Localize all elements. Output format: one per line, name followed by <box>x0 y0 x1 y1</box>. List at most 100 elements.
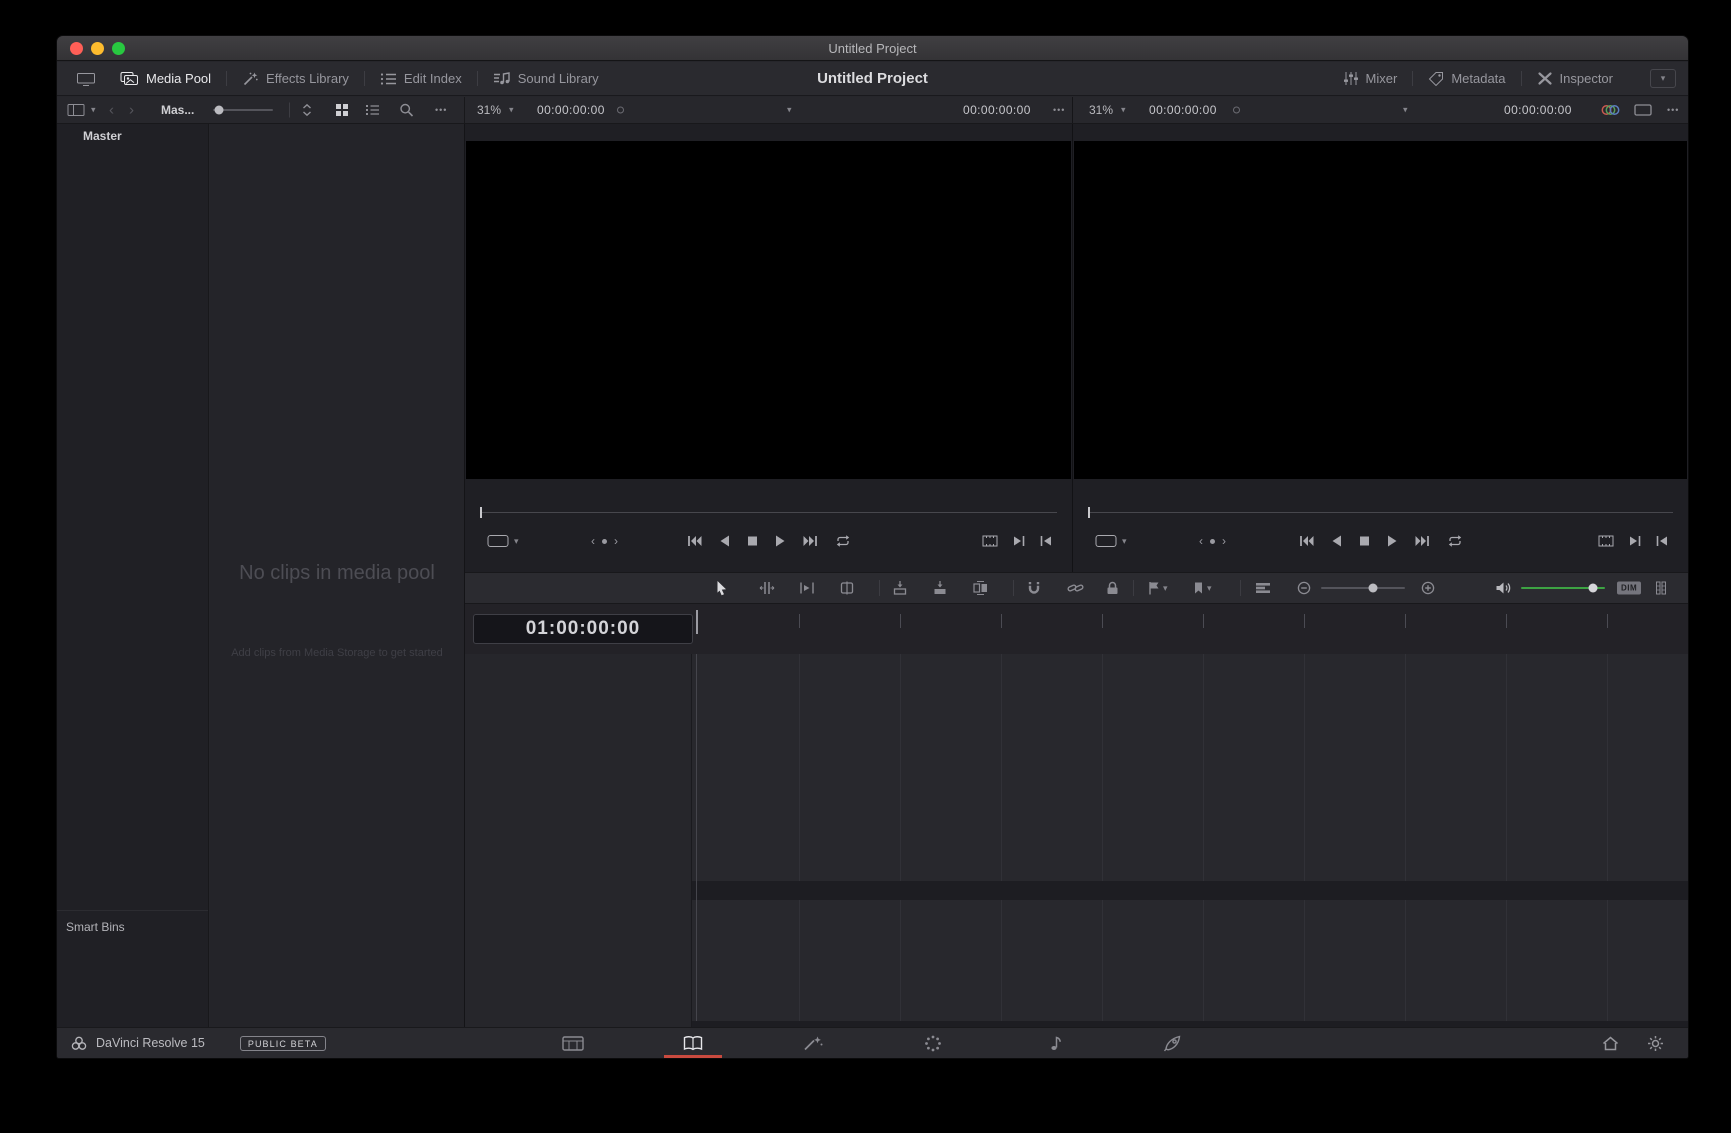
stop-button[interactable] <box>747 536 758 547</box>
page-button-fairlight[interactable] <box>993 1028 1113 1058</box>
list-view-button[interactable] <box>365 104 380 117</box>
video-track-zone[interactable] <box>799 654 1688 881</box>
bin-item-master[interactable]: Master <box>83 129 122 143</box>
speaker-icon[interactable] <box>1495 581 1512 595</box>
audio-level-slider[interactable] <box>1521 583 1605 593</box>
first-frame-button[interactable] <box>1299 535 1314 548</box>
grid-view-button[interactable] <box>335 103 349 117</box>
zoom-button[interactable] <box>112 42 125 55</box>
source-options-button[interactable]: ••• <box>1053 105 1065 115</box>
source-zoom-select[interactable]: 31% <box>477 103 501 117</box>
last-frame-button[interactable] <box>1415 535 1430 548</box>
trim-mode-button[interactable] <box>758 581 776 595</box>
dynamic-trim-button[interactable] <box>799 581 815 595</box>
source-zoom-chevron[interactable]: ▾ <box>509 105 514 115</box>
timeline-zoom-slider[interactable] <box>1321 583 1405 593</box>
minimize-button[interactable] <box>91 42 104 55</box>
step-out-icon[interactable]: › <box>614 534 618 548</box>
smart-bins-section[interactable]: Smart Bins <box>57 910 208 934</box>
first-frame-button[interactable] <box>687 535 702 548</box>
project-manager-home-button[interactable] <box>1602 1036 1619 1051</box>
loop-button[interactable] <box>1447 535 1463 548</box>
timeline-scrub-bar[interactable] <box>1088 507 1673 518</box>
source-scrub-bar[interactable] <box>480 507 1057 518</box>
bin-back-button[interactable]: ‹ <box>109 102 114 119</box>
effects-library-toggle[interactable]: Effects Library <box>233 62 358 95</box>
inspector-toggle[interactable]: Inspector <box>1528 62 1622 95</box>
settings-gear-button[interactable] <box>1647 1035 1664 1052</box>
dim-audio-button[interactable]: DIM <box>1617 581 1642 595</box>
zoom-in-button[interactable] <box>1421 581 1435 595</box>
cinema-viewer-icon[interactable] <box>1095 534 1117 548</box>
match-frame-icon[interactable] <box>1598 535 1614 547</box>
timeline-playhead-handle[interactable] <box>1088 507 1090 518</box>
source-clip-dropdown[interactable]: ▾ <box>787 105 792 115</box>
page-button-media[interactable] <box>513 1028 633 1058</box>
timeline-ruler[interactable]: 01:00:00:00 <box>465 604 1688 654</box>
cinema-viewer-icon[interactable] <box>487 534 509 548</box>
viewer-mode-chevron[interactable]: ▾ <box>1122 536 1127 546</box>
track-header-column[interactable] <box>465 654 692 1027</box>
overwrite-clip-button[interactable] <box>933 581 947 596</box>
color-wheels-icon[interactable] <box>1601 103 1620 118</box>
match-frame-icon[interactable] <box>982 535 998 547</box>
page-button-deliver[interactable] <box>1113 1028 1233 1058</box>
snapping-button[interactable] <box>1027 581 1041 596</box>
media-pool-toggle[interactable]: Media Pool <box>111 62 220 95</box>
step-in-icon[interactable]: ‹ <box>591 534 595 548</box>
goto-in-icon[interactable] <box>1656 535 1668 547</box>
replace-clip-button[interactable] <box>973 581 988 596</box>
play-reverse-button[interactable] <box>719 535 730 548</box>
dual-display-icon[interactable] <box>1634 104 1652 117</box>
goto-in-icon[interactable] <box>1040 535 1052 547</box>
page-button-edit[interactable] <box>633 1028 753 1058</box>
media-pool-clips-area[interactable]: No clips in media pool Add clips from Me… <box>210 124 465 1027</box>
workspace-button[interactable] <box>67 62 105 95</box>
zoom-out-button[interactable] <box>1297 581 1311 595</box>
audio-track-zone[interactable] <box>799 900 1688 1021</box>
selection-mode-button[interactable] <box>715 580 728 596</box>
timeline-select-dropdown[interactable]: ▾ <box>1403 105 1408 115</box>
marker-button[interactable]: ▾ <box>1193 581 1212 595</box>
source-playhead-handle[interactable] <box>480 507 482 518</box>
playhead-marker[interactable] <box>696 610 698 634</box>
flag-button[interactable]: ▾ <box>1148 581 1168 595</box>
play-button[interactable] <box>1387 535 1398 548</box>
thumbnail-size-slider[interactable] <box>213 105 273 115</box>
timeline-zoom-chevron[interactable]: ▾ <box>1121 105 1126 115</box>
timeline-tracks-area[interactable] <box>465 654 1688 1027</box>
goto-out-icon[interactable] <box>1629 535 1641 547</box>
play-reverse-button[interactable] <box>1331 535 1342 548</box>
insert-clip-button[interactable] <box>893 581 907 596</box>
blade-mode-button[interactable] <box>840 581 854 595</box>
viewer-mode-chevron[interactable]: ▾ <box>514 536 519 546</box>
audio-meters-icon[interactable] <box>1655 581 1667 595</box>
loop-button[interactable] <box>835 535 851 548</box>
bin-sidebar-toggle[interactable] <box>67 103 85 117</box>
edit-index-toggle[interactable]: Edit Index <box>371 62 471 95</box>
metadata-toggle[interactable]: Metadata <box>1419 62 1514 95</box>
timeline-zoom-select[interactable]: 31% <box>1089 103 1113 117</box>
page-button-fusion[interactable] <box>753 1028 873 1058</box>
linked-selection-button[interactable] <box>1067 581 1084 595</box>
position-lock-button[interactable] <box>1106 581 1119 596</box>
stop-button[interactable] <box>1359 536 1370 547</box>
media-pool-options-button[interactable]: ••• <box>435 105 447 115</box>
bin-forward-button[interactable]: › <box>129 102 134 119</box>
step-out-icon[interactable]: › <box>1222 534 1226 548</box>
timeline-viewer-options-button[interactable]: ••• <box>1667 105 1679 115</box>
bin-view-chevron[interactable]: ▾ <box>91 105 96 115</box>
sound-library-toggle[interactable]: Sound Library <box>484 62 608 95</box>
last-frame-button[interactable] <box>803 535 818 548</box>
timeline-video-canvas[interactable] <box>1074 141 1687 479</box>
mixer-toggle[interactable]: Mixer <box>1334 62 1407 95</box>
sort-order-button[interactable] <box>301 103 313 117</box>
workspace-overflow-button[interactable]: ▾ <box>1650 69 1676 88</box>
source-video-canvas[interactable] <box>466 141 1071 479</box>
page-button-color[interactable] <box>873 1028 993 1058</box>
search-button[interactable] <box>399 103 414 118</box>
close-button[interactable] <box>70 42 83 55</box>
timeline-view-options-button[interactable] <box>1255 582 1271 595</box>
goto-out-icon[interactable] <box>1013 535 1025 547</box>
play-button[interactable] <box>775 535 786 548</box>
